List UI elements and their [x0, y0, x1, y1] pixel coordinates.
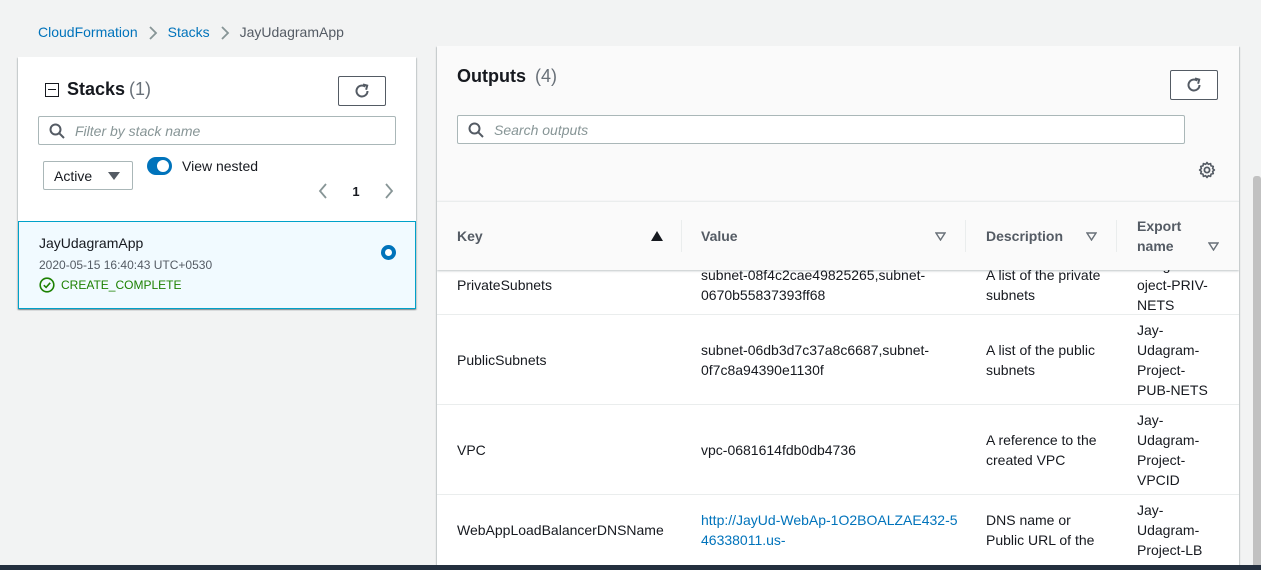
outputs-table-header: Key Value Description Export name: [437, 201, 1239, 270]
output-description: A reference to the created VPC: [986, 432, 1097, 468]
sort-ascending-icon[interactable]: [651, 231, 663, 241]
chevron-right-icon[interactable]: [384, 183, 394, 199]
outputs-panel: Outputs (4) Key Value Description: [437, 46, 1239, 570]
outputs-refresh-button[interactable]: [1170, 70, 1218, 100]
column-divider: [1116, 220, 1117, 252]
stacks-count: (1): [129, 79, 152, 99]
stack-status-text: CREATE_COMPLETE: [61, 278, 182, 292]
outputs-title-text: Outputs: [457, 66, 526, 86]
page-number[interactable]: 1: [352, 184, 359, 199]
column-divider: [681, 220, 682, 252]
table-row: PublicSubnets subnet-06db3d7c37a8c6687,s…: [437, 315, 1239, 405]
output-value-link[interactable]: http://JayUd-WebAp-1O2BOALZAE432-5463380…: [701, 510, 961, 550]
refresh-icon: [1187, 77, 1201, 92]
outputs-table-body: PrivateSubnets subnet-08f4c2cae49825265,…: [437, 257, 1239, 570]
table-row: VPC vpc-0681614fdb0db4736 A reference to…: [437, 405, 1239, 495]
output-export-name: Jay-Udagram-Project-VPCID: [1137, 412, 1200, 488]
sort-icon[interactable]: [1208, 242, 1219, 251]
stack-name: JayUdagramApp: [39, 235, 144, 251]
column-description-label: Description: [986, 228, 1064, 244]
bottom-bar: [0, 565, 1261, 570]
output-value: subnet-06db3d7c37a8c6687,subnet-0f7c8a94…: [701, 342, 930, 378]
output-description: A list of the private subnets: [986, 267, 1101, 303]
output-export-name: Jay-Udagram-Project-LB: [1137, 502, 1203, 558]
column-key-label: Key: [457, 228, 483, 244]
breadcrumb-current: JayUdagramApp: [239, 24, 344, 40]
status-filter-value: Active: [54, 167, 93, 184]
outputs-search-input[interactable]: [494, 121, 1103, 138]
stack-filter-input[interactable]: [75, 122, 370, 139]
outputs-search-box: [457, 115, 1185, 144]
search-icon: [468, 122, 484, 138]
column-divider: [965, 220, 966, 252]
column-header-description[interactable]: Description: [986, 202, 1063, 270]
chevron-right-icon: [138, 24, 168, 40]
breadcrumb-stacks[interactable]: Stacks: [168, 24, 210, 40]
output-value: vpc-0681614fdb0db4736: [701, 442, 856, 458]
view-nested-label: View nested: [182, 158, 259, 174]
outputs-count: (4): [535, 66, 558, 86]
pagination: 1: [318, 181, 394, 201]
breadcrumb-cloudformation[interactable]: CloudFormation: [38, 24, 138, 40]
column-header-key[interactable]: Key: [457, 202, 483, 270]
stacks-refresh-button[interactable]: [338, 76, 386, 106]
output-value: subnet-08f4c2cae49825265,subnet-0670b558…: [701, 267, 926, 303]
output-key: WebAppLoadBalancerDNSName: [457, 522, 664, 538]
output-export-name: Jay-Udagram-Project-PUB-NETS: [1137, 322, 1208, 398]
output-description: A list of the public subnets: [986, 342, 1095, 378]
stack-status: CREATE_COMPLETE: [39, 277, 181, 293]
status-success-icon: [39, 277, 55, 293]
refresh-icon: [355, 83, 369, 98]
chevron-left-icon[interactable]: [318, 183, 328, 199]
status-filter-select[interactable]: Active: [43, 161, 133, 190]
breadcrumb: CloudFormation Stacks JayUdagramApp: [38, 22, 344, 42]
caret-down-icon: [108, 172, 120, 180]
stacks-panel: Stacks (1) Active View nested 1 JayUdagr…: [18, 57, 416, 309]
outputs-title: Outputs (4): [457, 66, 557, 87]
output-key: VPC: [457, 442, 486, 458]
stack-radio-selected[interactable]: [381, 245, 396, 260]
output-key: PublicSubnets: [457, 352, 547, 368]
column-export-name-label: Export name: [1137, 218, 1182, 254]
column-header-value[interactable]: Value: [701, 202, 738, 270]
stacks-title-text: Stacks: [67, 79, 126, 99]
view-nested-toggle[interactable]: [147, 157, 172, 175]
sort-icon[interactable]: [935, 232, 946, 241]
outputs-header: Outputs (4): [437, 46, 1239, 201]
output-key: PrivateSubnets: [457, 277, 552, 293]
sort-icon[interactable]: [1086, 232, 1097, 241]
gear-icon[interactable]: [1198, 161, 1216, 179]
column-header-export-name[interactable]: Export name: [1137, 202, 1197, 270]
output-description: DNS name or Public URL of the: [986, 512, 1095, 548]
chevron-right-icon: [210, 24, 240, 40]
stack-filter-box: [38, 116, 396, 145]
column-value-label: Value: [701, 228, 738, 244]
stacks-title: Stacks (1): [45, 79, 151, 100]
collapse-icon[interactable]: [45, 82, 59, 97]
page-scrollbar[interactable]: [1253, 176, 1261, 570]
table-row: WebAppLoadBalancerDNSName http://JayUd-W…: [437, 495, 1239, 570]
stack-list-item[interactable]: JayUdagramApp 2020-05-15 16:40:43 UTC+05…: [18, 221, 416, 309]
stack-timestamp: 2020-05-15 16:40:43 UTC+0530: [39, 258, 213, 272]
search-icon: [49, 123, 65, 139]
